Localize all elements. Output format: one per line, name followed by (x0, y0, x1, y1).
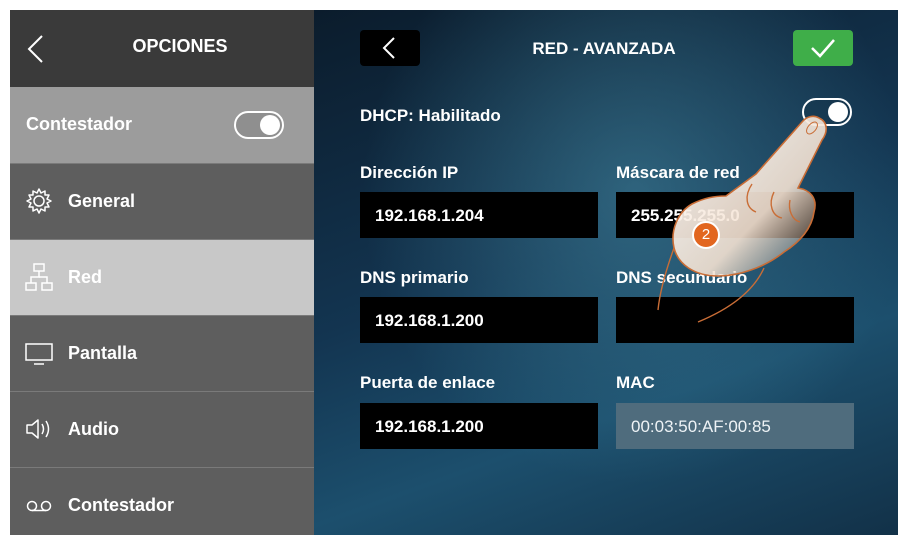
sidebar-item-audio[interactable]: Audio (10, 391, 314, 467)
step-number-badge: 2 (692, 221, 720, 249)
voicemail-icon (26, 500, 52, 512)
back-chevron-icon[interactable] (24, 34, 48, 64)
sidebar-item-label: Contestador (68, 495, 175, 515)
back-button[interactable] (360, 30, 420, 66)
answering-machine-label: Contestador (26, 114, 133, 134)
network-settings-panel: RED - AVANZADA DHCP: Habilitado Direcció… (314, 10, 898, 535)
primary-dns-field[interactable]: 192.168.1.200 (360, 297, 598, 343)
sidebar-toggle-row: Contestador (10, 87, 314, 163)
primary-dns-label: DNS primario (360, 268, 469, 287)
sidebar-item-contestador[interactable]: Contestador (10, 467, 314, 535)
ip-address-field[interactable]: 192.168.1.204 (360, 192, 598, 238)
page-title: RED - AVANZADA (532, 39, 676, 58)
sidebar-item-label: General (68, 191, 136, 211)
mac-label: MAC (616, 373, 655, 392)
network-icon (25, 263, 53, 291)
toggle-knob (260, 115, 280, 135)
sidebar-item-pantalla[interactable]: Pantalla (10, 315, 314, 391)
speaker-icon (26, 419, 50, 439)
gateway-field[interactable]: 192.168.1.200 (360, 403, 598, 449)
options-sidebar: OPCIONES Contestador General Red Pantall… (10, 10, 314, 535)
gateway-label: Puerta de enlace (360, 373, 496, 392)
sidebar-item-label: Red (68, 267, 103, 287)
answering-machine-toggle[interactable] (234, 111, 284, 139)
pointing-hand-icon (657, 115, 827, 323)
sidebar-title: OPCIONES (132, 36, 228, 56)
sidebar-item-red[interactable]: Red (10, 239, 314, 315)
ip-address-label: Dirección IP (360, 163, 459, 182)
sidebar-item-label: Audio (68, 419, 119, 439)
chevron-left-icon (382, 37, 395, 59)
sidebar-header: OPCIONES (10, 10, 314, 87)
device-screen: OPCIONES Contestador General Red Pantall… (10, 10, 898, 535)
confirm-button[interactable] (793, 30, 853, 66)
dhcp-label: DHCP: Habilitado (360, 106, 501, 125)
monitor-icon (25, 343, 53, 365)
gear-icon (26, 188, 52, 214)
sidebar-item-label: Pantalla (68, 343, 138, 363)
mac-field: 00:03:50:AF:00:85 (616, 403, 854, 449)
checkmark-icon (811, 39, 835, 58)
sidebar-item-general[interactable]: General (10, 163, 314, 239)
